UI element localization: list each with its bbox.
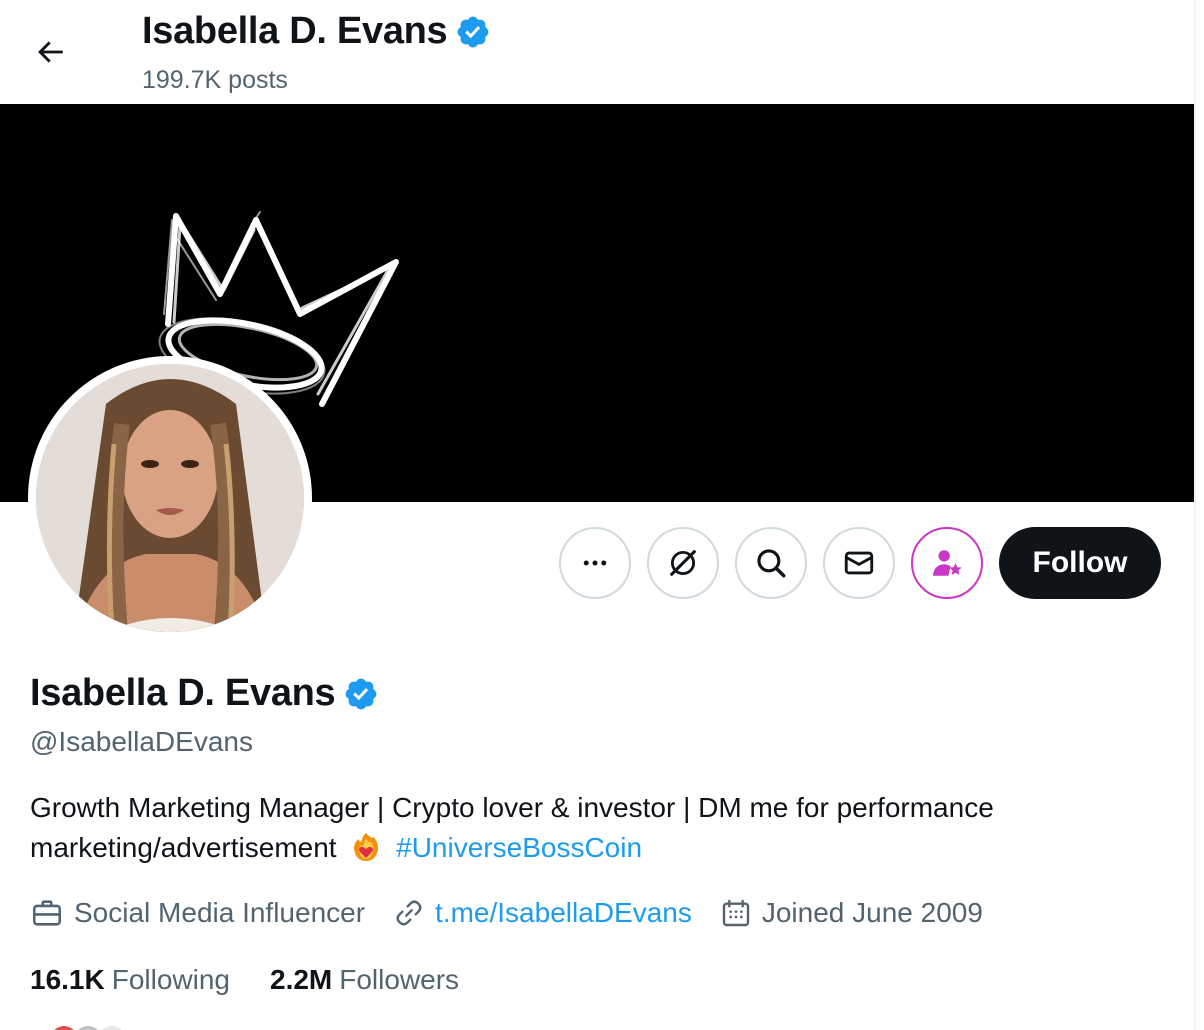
verified-badge-icon [458,16,489,47]
more-button[interactable] [559,527,631,599]
followers-count: 2.2M [270,964,333,995]
profile-display-name: Isabella D. Evans [30,672,336,714]
avatar[interactable] [36,364,304,632]
subscribe-button[interactable] [911,527,983,599]
calendar-icon [722,899,750,927]
header-post-count: 199.7K posts [142,66,288,94]
followed-by-avatars [54,1026,122,1030]
search-icon [757,549,786,578]
verified-badge-icon[interactable] [343,676,379,712]
subscribe-icon [932,550,962,576]
followers-stat[interactable]: 2.2M Followers [270,964,459,996]
back-arrow-icon [38,41,63,63]
search-button[interactable] [735,527,807,599]
bio-hashtag-link[interactable]: #UniverseBossCoin [396,832,642,863]
message-button[interactable] [823,527,895,599]
mail-icon [844,551,874,575]
profile-name-row: Isabella D. Evans [30,672,379,715]
profile-handle: @IsabellaDEvans [30,726,253,757]
briefcase-icon [32,900,62,926]
follow-button[interactable]: Follow [999,527,1161,599]
following-count: 16.1K [30,964,105,995]
meta-category: Social Media Influencer [30,896,365,930]
profile-meta: Social Media Influencer t.me/IsabellaDEv… [30,896,1011,930]
followers-label: Followers [339,964,460,995]
back-button[interactable] [26,28,74,76]
more-icon [583,560,607,566]
website-link[interactable]: t.me/IsabellaDEvans [435,897,692,929]
profile-bio: Growth Marketing Manager | Crypto lover … [30,788,1170,868]
link-icon [396,900,422,926]
header-title: Isabella D. Evans [142,10,491,53]
following-stat[interactable]: 16.1K Following [30,964,230,996]
grok-button[interactable] [647,527,719,599]
avatar-photo [36,364,304,632]
joined-date: Joined June 2009 [761,897,983,928]
grok-icon [670,550,696,576]
profile-stats: 16.1K Following 2.2M Followers [30,964,499,996]
meta-website: t.me/IsabellaDEvans [393,897,692,929]
header-display-name: Isabella D. Evans [142,10,448,52]
following-label: Following [111,964,230,995]
column-divider [1194,0,1196,1030]
category-label: Social Media Influencer [74,897,366,928]
top-header: Isabella D. Evans 199.7K posts [0,0,1194,104]
fire-heart-emoji [354,833,379,861]
meta-joined: Joined June 2009 [720,897,983,929]
